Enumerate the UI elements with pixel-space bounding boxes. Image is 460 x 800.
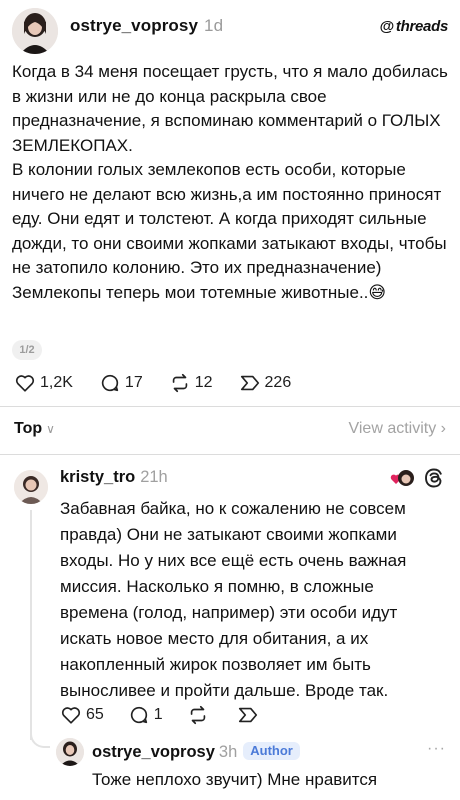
comment-icon: [101, 374, 119, 392]
repost-icon: [172, 373, 187, 393]
chevron-right-icon: ›: [440, 420, 446, 437]
comment-reply-count: 1: [153, 706, 163, 723]
comment-button[interactable]: 17: [99, 372, 143, 394]
view-activity-label: View activity: [348, 420, 437, 437]
comment-badges: [390, 466, 446, 490]
share-icon: [238, 707, 257, 723]
view-activity-link[interactable]: View activity ›: [348, 420, 446, 438]
threads-icon[interactable]: [422, 466, 446, 490]
comment-repost-button[interactable]: [187, 704, 213, 726]
comment-icon: [130, 706, 147, 724]
page-indicator: 1/2: [12, 340, 42, 360]
more-options-icon[interactable]: ···: [427, 740, 446, 758]
liked-by-author-icon: [390, 470, 414, 486]
post-paragraph: Землекопы теперь мои тотемные животные..…: [12, 282, 387, 302]
repost-button[interactable]: 12: [169, 372, 213, 394]
reply-username[interactable]: ostrye_voprosy 3h Author: [92, 742, 300, 762]
post-username[interactable]: ostrye_voprosy 1d: [70, 16, 223, 36]
post-time: 1d: [204, 16, 224, 35]
divider: [0, 454, 460, 455]
filter-row: Top ∨ View activity ›: [14, 420, 446, 442]
threads-wordmark: threads: [395, 18, 448, 35]
heart-icon: [15, 375, 35, 392]
comment-text: Забавная байка, но к сожалению не совсем…: [60, 499, 407, 700]
threads-logo: @ threads: [379, 18, 449, 35]
threads-icon: @: [379, 18, 395, 35]
heart-icon: [61, 707, 81, 724]
thread-connector: [30, 728, 50, 748]
sort-dropdown[interactable]: Top ∨: [14, 420, 55, 438]
commenter-avatar[interactable]: [14, 470, 48, 504]
reply-time: 3h: [218, 743, 238, 761]
commenter-username-text[interactable]: kristy_tro: [60, 468, 135, 486]
repost-count: 12: [194, 374, 213, 391]
reply-text: Тоже неплохо звучит) Мне нравится: [92, 770, 378, 789]
author-badge: Author: [243, 742, 300, 760]
sort-label: Top: [14, 420, 43, 437]
share-count: 226: [264, 374, 292, 391]
share-button[interactable]: 226: [239, 372, 292, 394]
comment-like-button[interactable]: 65: [60, 704, 104, 726]
reply-avatar[interactable]: [56, 738, 84, 766]
comment-count: 17: [124, 374, 143, 391]
chevron-down-icon: ∨: [46, 422, 55, 436]
comment-reply-button[interactable]: 1: [128, 704, 163, 726]
post-actions: 1,2K 17 12 226: [14, 370, 317, 396]
share-icon: [240, 375, 259, 391]
author-avatar[interactable]: [12, 8, 58, 54]
thread-line: [30, 510, 32, 740]
post-paragraph: Когда в 34 меня посещает грусть, что я м…: [12, 62, 448, 155]
comment-share-button[interactable]: [237, 704, 263, 726]
commenter-username[interactable]: kristy_tro 21h: [60, 468, 168, 487]
comment-like-count: 65: [86, 706, 104, 723]
post-username-text[interactable]: ostrye_voprosy: [70, 16, 198, 35]
reply-username-text[interactable]: ostrye_voprosy: [92, 743, 215, 761]
repost-icon: [190, 705, 205, 725]
post-paragraph: В колонии голых землекопов есть особи, к…: [12, 160, 447, 277]
like-count: 1,2K: [40, 374, 73, 391]
comment-time: 21h: [140, 468, 168, 486]
like-button[interactable]: 1,2K: [14, 372, 73, 394]
comment-actions: 65 1: [60, 704, 287, 726]
divider: [0, 406, 460, 407]
post-body: Когда в 34 меня посещает грусть, что я м…: [12, 60, 448, 305]
post-header: ostrye_voprosy 1d @ threads: [12, 8, 449, 54]
